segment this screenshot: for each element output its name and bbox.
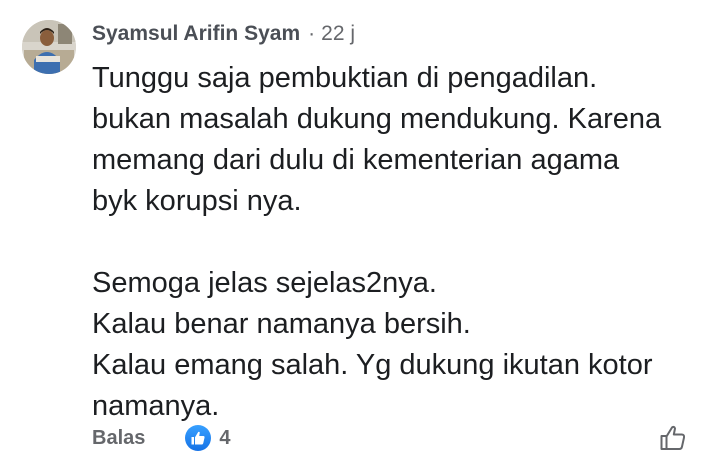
comment-line: Kalau emang salah. Yg dukung ikutan koto…	[92, 349, 653, 381]
comment-line: memang dari dulu di kementerian agama	[92, 144, 620, 176]
reaction-summary[interactable]: 4	[185, 425, 231, 451]
comment-paragraph: Tunggu saja pembuktian di pengadilan. bu…	[92, 58, 702, 222]
comment-paragraph: Semoga jelas sejelas2nya. Kalau benar na…	[92, 263, 702, 427]
meta-separator: ·	[308, 22, 316, 45]
like-reaction-icon	[185, 425, 212, 451]
thumbs-up-outline-icon[interactable]	[658, 423, 688, 453]
comment-line: bukan masalah dukung mendukung. Karena	[92, 103, 662, 135]
comment-timestamp[interactable]: 22 j	[321, 22, 355, 46]
comment-text: Tunggu saja pembuktian di pengadilan. bu…	[92, 58, 702, 427]
avatar[interactable]	[22, 20, 76, 74]
comment-line: Tunggu saja pembuktian di pengadilan.	[92, 62, 598, 94]
author-name[interactable]: Syamsul Arifin Syam	[92, 22, 300, 46]
comment-header: Syamsul Arifin Syam · 22 j	[92, 22, 355, 46]
comment-actions: Balas 4	[92, 424, 692, 452]
reaction-count: 4	[219, 426, 231, 449]
comment-line: byk korupsi nya.	[92, 185, 302, 217]
avatar-photo	[22, 20, 76, 74]
comment-line: Semoga jelas sejelas2nya.	[92, 267, 437, 299]
reply-button[interactable]: Balas	[92, 427, 145, 450]
comment-line: namanya.	[92, 390, 220, 422]
comment-line: Kalau benar namanya bersih.	[92, 308, 471, 340]
